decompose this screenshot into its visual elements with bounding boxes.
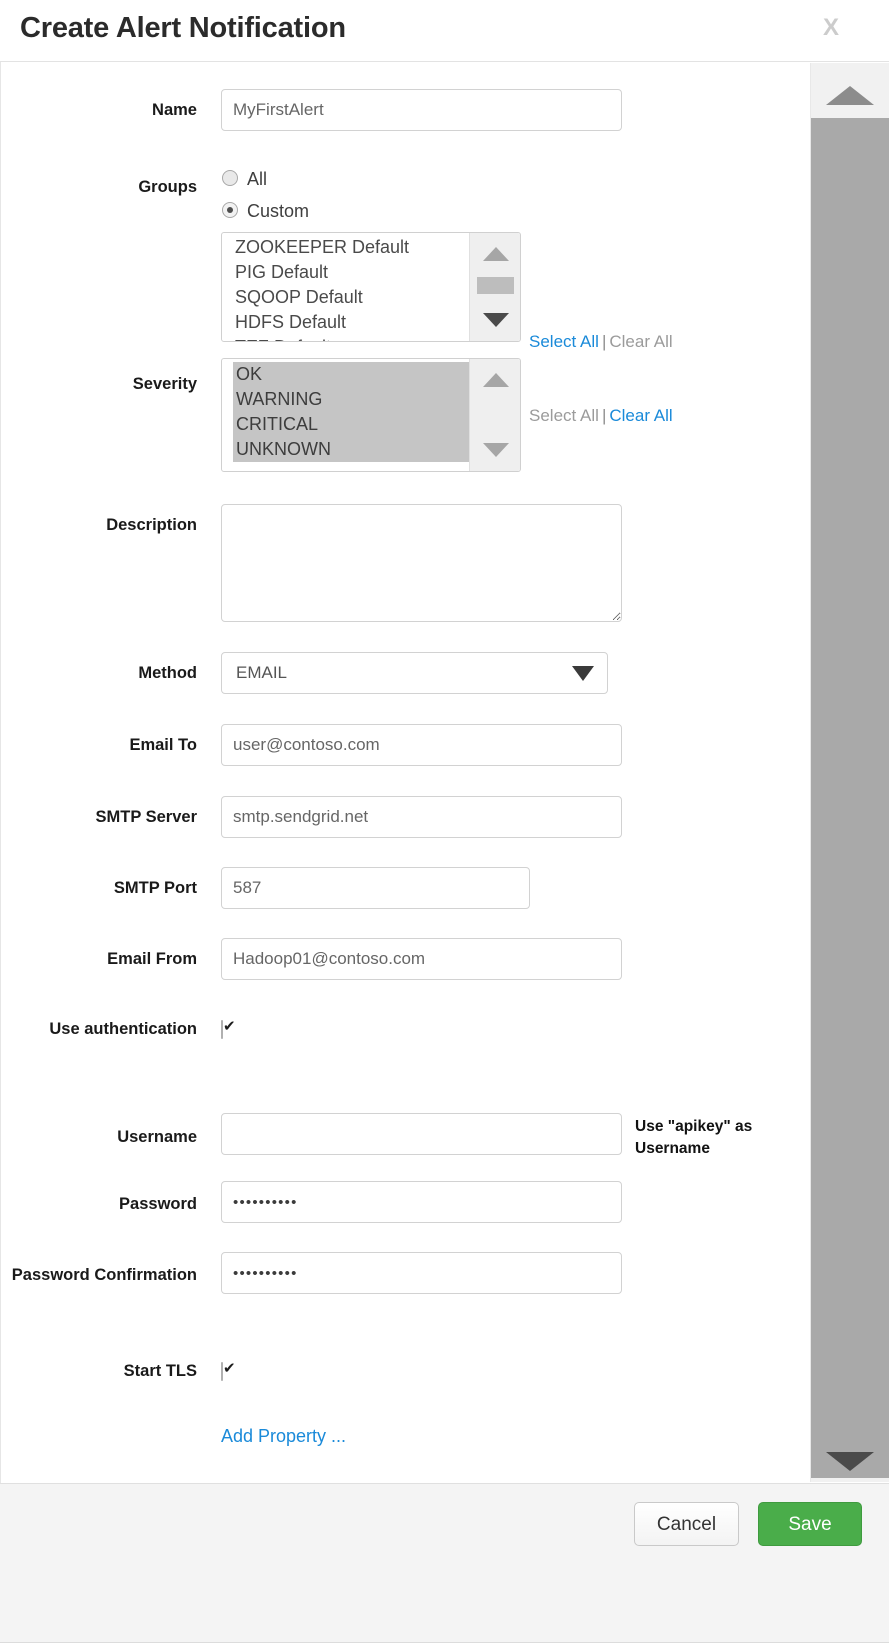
list-item[interactable]: HDFS Default: [222, 310, 470, 335]
email-from-label: Email From: [1, 948, 197, 972]
smtp-server-input[interactable]: [221, 796, 622, 838]
username-hint-note: Use "apikey" as Username: [635, 1116, 810, 1161]
groups-radio-all[interactable]: All: [221, 166, 521, 194]
description-label: Description: [1, 514, 197, 538]
description-textarea[interactable]: [221, 504, 622, 622]
create-alert-notification-dialog: Create Alert Notification X Name Groups …: [0, 0, 889, 1643]
list-item[interactable]: UNKNOWN: [233, 437, 469, 462]
cancel-button[interactable]: Cancel: [634, 1502, 739, 1546]
dialog-header: Create Alert Notification X: [0, 0, 889, 62]
smtp-server-label: SMTP Server: [1, 806, 197, 830]
severity-select-all-link[interactable]: Select All: [529, 406, 599, 425]
severity-listbox[interactable]: OK WARNING CRITICAL UNKNOWN: [221, 358, 521, 472]
dialog-body: Name Groups All Custom ZOOKEEPER Defau: [1, 63, 810, 1482]
password-label: Password: [1, 1193, 197, 1217]
severity-clear-all-link[interactable]: Clear All: [609, 406, 672, 425]
groups-listbox-scrollbar[interactable]: [469, 233, 520, 341]
use-authentication-checkbox[interactable]: [221, 1020, 223, 1039]
radio-custom-indicator: [222, 202, 238, 218]
scroll-down-arrow-icon[interactable]: [483, 443, 509, 457]
smtp-port-input[interactable]: [221, 867, 530, 909]
method-select[interactable]: EMAIL: [221, 652, 608, 694]
save-button[interactable]: Save: [758, 1502, 862, 1546]
method-label: Method: [1, 662, 197, 686]
radio-all-label: All: [247, 166, 267, 192]
scrollbar-thumb[interactable]: [477, 277, 514, 294]
list-item[interactable]: ZOOKEEPER Default: [222, 235, 470, 260]
password-input[interactable]: [221, 1181, 622, 1223]
groups-select-all-link[interactable]: Select All: [529, 332, 599, 351]
name-label: Name: [1, 99, 197, 123]
username-input[interactable]: [221, 1113, 622, 1155]
password-confirmation-label: Password Confirmation: [1, 1264, 197, 1286]
dialog-footer: Cancel Save: [0, 1483, 889, 1643]
scroll-down-arrow-icon[interactable]: [483, 313, 509, 327]
list-item[interactable]: OK: [233, 362, 469, 387]
close-icon[interactable]: X: [823, 16, 839, 40]
groups-listbox[interactable]: ZOOKEEPER Default PIG Default SQOOP Defa…: [221, 232, 521, 342]
groups-label: Groups: [1, 176, 197, 200]
scroll-up-arrow-icon[interactable]: [483, 247, 509, 261]
email-to-input[interactable]: [221, 724, 622, 766]
severity-listbox-items: OK WARNING CRITICAL UNKNOWN: [233, 362, 469, 462]
scrollbar-thumb[interactable]: [811, 118, 889, 1478]
groups-radio-custom[interactable]: Custom: [221, 198, 521, 226]
username-label: Username: [1, 1126, 197, 1150]
start-tls-label: Start TLS: [1, 1360, 197, 1384]
groups-select-links: Select All|Clear All: [529, 332, 673, 352]
chevron-down-icon: [572, 666, 594, 681]
radio-all-indicator: [222, 170, 238, 186]
list-item[interactable]: CRITICAL: [233, 412, 469, 437]
groups-clear-all-link[interactable]: Clear All: [609, 332, 672, 351]
list-item[interactable]: WARNING: [233, 387, 469, 412]
start-tls-checkbox[interactable]: [221, 1362, 223, 1381]
severity-listbox-scrollbar[interactable]: [469, 359, 520, 471]
name-input[interactable]: [221, 89, 622, 131]
password-confirmation-input[interactable]: [221, 1252, 622, 1294]
list-item[interactable]: PIG Default: [222, 260, 470, 285]
dialog-scrollbar[interactable]: [810, 63, 889, 1482]
list-item[interactable]: TEZ Default: [222, 335, 470, 342]
use-authentication-label: Use authentication: [1, 1018, 197, 1042]
list-item[interactable]: SQOOP Default: [222, 285, 470, 310]
scroll-up-arrow-icon[interactable]: [826, 86, 874, 105]
radio-custom-label: Custom: [247, 198, 309, 224]
method-selected-value: EMAIL: [236, 653, 287, 693]
scroll-down-arrow-icon[interactable]: [826, 1452, 874, 1471]
email-from-input[interactable]: [221, 938, 622, 980]
email-to-label: Email To: [1, 734, 197, 758]
add-property-link[interactable]: Add Property ...: [221, 1426, 346, 1447]
smtp-port-label: SMTP Port: [1, 877, 197, 901]
scroll-up-arrow-icon[interactable]: [483, 373, 509, 387]
severity-select-links: Select All|Clear All: [529, 406, 673, 426]
groups-listbox-items: ZOOKEEPER Default PIG Default SQOOP Defa…: [222, 235, 470, 342]
page-title: Create Alert Notification: [20, 12, 346, 45]
severity-label: Severity: [1, 373, 197, 397]
